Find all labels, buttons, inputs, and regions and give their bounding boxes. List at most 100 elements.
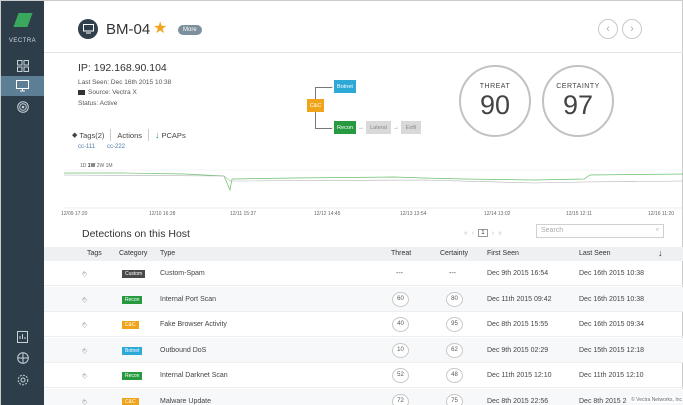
table-row[interactable]: ◇ + C&C Fake Browser Activity 40 95 Dec 8th 2… — [44, 312, 683, 337]
column-category[interactable]: Category — [119, 250, 147, 257]
flow-node-recon[interactable]: Recon — [334, 121, 356, 134]
flow-node-botnet[interactable]: Botnet — [334, 80, 356, 93]
detections-title: Detections on this Host — [82, 228, 190, 240]
search-icon: ⌕ — [655, 227, 659, 233]
page-header: BM-04 ★ More ‹ › — [44, 1, 683, 53]
table-row[interactable]: ◇ + C&C Malware Update 72 75 Dec 8th 2015 22:… — [44, 388, 683, 405]
tags-label: Tags(2) — [79, 130, 105, 140]
detection-type[interactable]: Custom-Spam — [160, 270, 205, 277]
column-certainty[interactable]: Certainty — [440, 250, 468, 257]
threat-value: 90 — [479, 90, 511, 120]
reports-nav-button[interactable] — [1, 327, 44, 347]
row-tag-add: + — [82, 295, 87, 303]
detection-type[interactable]: Internal Port Scan — [160, 296, 216, 303]
first-seen: Dec 9th 2015 16:54 — [487, 270, 549, 277]
flow-node-lateral[interactable]: Lateral — [366, 121, 391, 134]
threat-badge: 72 — [392, 393, 409, 405]
certainty-badge: 80 — [446, 291, 463, 307]
host-ip: IP: 192.168.90.104 — [78, 62, 167, 74]
detection-type[interactable]: Outbound DoS — [160, 347, 206, 354]
activity-timeline[interactable]: 1D 1W 2W 1M 12/09 17:20 12/10 16:28 12/1… — [61, 161, 683, 221]
certainty-score: CERTAINTY 97 — [542, 65, 614, 137]
last-seen: Dec 16th 2015 09:34 — [579, 321, 644, 328]
settings-nav-button[interactable] — [1, 370, 44, 390]
category-badge: Recon — [122, 295, 143, 304]
column-first-seen[interactable]: First Seen — [487, 250, 519, 257]
category-badge: C&C — [122, 321, 139, 329]
search-input[interactable]: Search ⌕ — [536, 224, 664, 238]
table-row[interactable]: ◇ + Botnet Outbound DoS 10 62 Dec 9th 2015 02… — [44, 337, 683, 363]
detections-nav-button[interactable] — [1, 97, 44, 117]
hosts-nav-button[interactable] — [1, 76, 44, 96]
category-badge: Recon — [122, 372, 143, 380]
column-threat[interactable]: Threat — [391, 250, 411, 257]
flow-connector — [315, 87, 316, 99]
flow-node-exfil[interactable]: Exfil — [401, 121, 421, 134]
detection-type[interactable]: Malware Update — [160, 398, 211, 405]
range-1m[interactable]: 1M — [106, 163, 113, 169]
dashboard-nav-button[interactable] — [1, 56, 44, 76]
star-icon[interactable]: ★ — [153, 18, 167, 38]
range-1w[interactable]: 1W — [88, 163, 96, 169]
certainty-value: --- — [449, 270, 456, 277]
column-tags[interactable]: Tags — [87, 250, 102, 257]
detection-type[interactable]: Fake Browser Activity — [160, 321, 227, 328]
tags-button[interactable]: ◆ Tags(2) — [72, 131, 104, 140]
actions-button[interactable]: Actions — [117, 131, 142, 140]
source-label: Source: Vectra X — [88, 89, 137, 96]
last-seen: Dec 15th 2015 12:18 — [579, 346, 644, 354]
network-nav-button[interactable] — [1, 348, 44, 368]
more-button[interactable]: More — [178, 25, 202, 35]
download-arrow-icon: ↓ — [155, 130, 160, 140]
prev-page-button[interactable]: ‹ — [472, 230, 474, 237]
first-page-button[interactable]: « — [464, 230, 468, 237]
timeline-tick: 12/13 13:54 — [400, 211, 427, 217]
vectra-logo[interactable]: VECTRA — [1, 7, 44, 47]
current-page[interactable]: 1 — [478, 229, 488, 237]
threat-score: THREAT 90 — [459, 65, 531, 137]
row-tag-add: + — [82, 346, 87, 354]
tag-icon: ◆ — [72, 132, 78, 139]
report-icon — [17, 331, 28, 343]
chevron-right-icon: › — [630, 23, 634, 35]
last-seen: Dec 16th 2015 10:38 — [579, 295, 644, 303]
copyright: © Vectra Networks, Inc — [631, 397, 682, 403]
column-last-seen[interactable]: Last Seen — [579, 250, 611, 257]
table-row[interactable]: ◇ + Custom Custom-Spam --- --- Dec 9th 2015 1… — [44, 261, 683, 286]
category-badge: Botnet — [122, 346, 143, 355]
pcaps-button[interactable]: ↓ PCAPs — [155, 130, 186, 140]
monitor-icon — [16, 80, 29, 92]
host-status: Status: Active — [78, 100, 118, 107]
table-row[interactable]: ◇ + Recon Internal Port Scan 60 80 Dec 11th 2… — [44, 286, 683, 312]
timeline-tick: 12/11 15:37 — [230, 211, 257, 217]
row-tag-add: + — [82, 270, 87, 277]
last-page-button[interactable]: » — [498, 230, 502, 237]
network-icon — [16, 352, 29, 364]
threat-badge: 60 — [392, 291, 409, 307]
range-2w[interactable]: 2W — [97, 163, 105, 169]
first-seen: Dec 9th 2015 02:29 — [487, 346, 549, 354]
flow-node-cc[interactable]: C&C — [307, 99, 324, 112]
source-icon — [78, 90, 85, 95]
table-row[interactable]: ◇ + Recon Internal Darknet Scan 52 48 Dec 11t… — [44, 363, 683, 388]
last-seen: Dec 16th 2015 10:38 — [579, 270, 644, 277]
next-page-button[interactable]: › — [492, 230, 494, 237]
category-badge: C&C — [122, 397, 139, 405]
host-tag[interactable]: cc-111 — [78, 144, 95, 150]
first-seen: Dec 11th 2015 12:10 — [487, 372, 552, 379]
column-type[interactable]: Type — [160, 250, 175, 257]
previous-host-button[interactable]: ‹ — [598, 19, 618, 39]
detection-type[interactable]: Internal Darknet Scan — [160, 372, 228, 379]
next-host-button[interactable]: › — [622, 19, 642, 39]
certainty-badge: 75 — [446, 393, 463, 405]
certainty-badge: 62 — [446, 342, 463, 358]
chevron-left-icon: ‹ — [606, 23, 610, 35]
certainty-label: CERTAINTY — [556, 83, 600, 90]
host-source: Source: Vectra X — [78, 89, 137, 96]
certainty-value: 97 — [562, 90, 594, 120]
range-1d[interactable]: 1D — [80, 163, 86, 169]
certainty-badge: 48 — [446, 368, 463, 383]
timeline-tick: 12/14 13:02 — [484, 211, 511, 217]
host-tag[interactable]: cc-222 — [107, 144, 125, 150]
sort-down-icon[interactable]: ↓ — [658, 248, 663, 258]
